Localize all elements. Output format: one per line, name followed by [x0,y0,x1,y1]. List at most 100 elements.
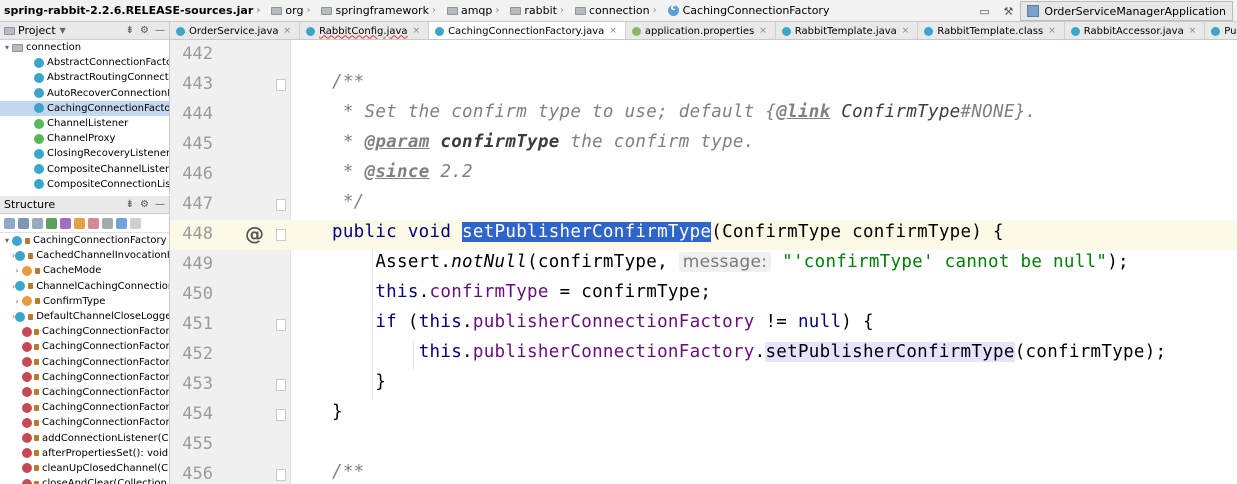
tab-publishercallbackchannelimpl-java[interactable]: PublisherCallbackChannelImpl.java× [1205,22,1237,39]
breadcrumb-springframework[interactable]: springframework › [317,0,442,22]
structure-item[interactable]: closeAndClear(Collection [0,476,169,484]
project-view-selector[interactable]: Project ▼ [4,24,120,37]
code-line[interactable]: 447 */ [170,190,1237,220]
code-line[interactable]: 443 /** [170,70,1237,100]
hide-icon[interactable]: — [155,25,165,36]
structure-item[interactable]: CachingConnectionFactory( [0,324,169,339]
tree-item[interactable]: CompositeConnectionListene [0,177,169,192]
tab-application-properties[interactable]: application.properties × [626,22,776,39]
chevron-down-icon[interactable] [130,217,141,229]
selected-method-name[interactable]: setPublisherConfirmType [462,222,712,242]
sort-alpha-icon[interactable] [18,217,29,229]
structure-item[interactable]: CachingConnectionFactory( [0,370,169,385]
tab-cachingconnectionfactory-java[interactable]: CachingConnectionFactory.java × [429,22,626,39]
show-fields-icon[interactable] [74,217,85,229]
code-line[interactable]: 450 this.confirmType = confirmType; [170,280,1237,310]
structure-item[interactable]: CachingConnectionFactory( [0,355,169,370]
tree-item-selected[interactable]: CachingConnectionFactory [0,100,170,116]
structure-item[interactable]: › CacheMode [0,263,169,278]
close-icon[interactable]: × [759,26,767,36]
structure-item[interactable]: CachingConnectionFactory( [0,385,169,400]
fold-marker-icon[interactable] [276,229,286,241]
expand-icon[interactable] [32,217,43,229]
tab-rabbitaccessor-java[interactable]: RabbitAccessor.java × [1065,22,1206,39]
code-line[interactable]: 456 /** [170,460,1237,484]
tree-item[interactable]: AbstractConnectionFactory [0,55,169,70]
sort-visibility-icon[interactable] [4,217,15,229]
structure-item[interactable]: › CachedChannelInvocationH [0,248,169,263]
structure-toolbar [0,214,169,233]
tree-item[interactable]: AbstractRoutingConnectionFa [0,70,169,85]
tree-item[interactable]: ChannelProxy [0,131,169,146]
breadcrumb-org[interactable]: org › [267,0,317,22]
code-line[interactable]: 453 } [170,370,1237,400]
tab-rabbitconfig-java[interactable]: RabbitConfig.java × [300,22,430,39]
tree-label: CachingConnectionFactory [47,102,170,114]
tree-item[interactable]: AutoRecoverConnectionNotC [0,86,169,101]
tree-item[interactable]: ClosingRecoveryListener [0,146,169,161]
code-line[interactable]: 446 * @since 2.2 [170,160,1237,190]
structure-item[interactable]: afterPropertiesSet(): void [0,446,169,461]
close-icon[interactable]: × [284,26,292,36]
build-hammer-icon[interactable]: ⚒ [1000,3,1016,19]
fold-marker-icon[interactable] [276,319,286,331]
code-line[interactable]: 454 } [170,400,1237,430]
code-line[interactable]: 449 Assert.notNull(confirmType, message:… [170,250,1237,280]
method-usage-highlight[interactable]: setPublisherConfirmType [765,342,1015,362]
breadcrumb-connection[interactable]: connection › [571,0,664,22]
gear-icon[interactable]: ⚙ [140,25,149,36]
structure-item[interactable]: › ConfirmType [0,294,169,309]
code-line[interactable]: 445 * @param confirmType the confirm typ… [170,130,1237,160]
window-icon[interactable]: ▭ [976,3,992,19]
tab-rabbittemplate-class[interactable]: RabbitTemplate.class × [918,22,1065,39]
close-icon[interactable]: × [609,26,617,36]
close-icon[interactable]: × [1048,26,1056,36]
gear-icon[interactable]: ⚙ [140,199,149,210]
override-at-icon[interactable]: @ [245,223,264,245]
tab-orderservice-java[interactable]: OrderService.java × [170,22,301,39]
code-editor[interactable]: 442 443 /** 444 * Set the confirm type t… [170,40,1237,484]
code-line[interactable]: 452 this.publisherConnectionFactory.setP… [170,340,1237,370]
fold-marker-icon[interactable] [276,409,286,421]
structure-item[interactable]: CachingConnectionFactory( [0,400,169,415]
code-line-current[interactable]: 448 @ public void setPublisherConfirmType… [170,220,1237,250]
show-inherited-icon[interactable] [46,217,57,229]
show-properties-icon[interactable] [60,217,71,229]
tree-folder-connection[interactable]: ▾ connection [0,40,169,55]
close-icon[interactable]: × [1189,26,1197,36]
structure-item[interactable]: addConnectionListener(Co [0,430,169,445]
structure-item[interactable]: › DefaultChannelCloseLogge [0,309,169,324]
code-line[interactable]: 451 if (this.publisherConnectionFactory … [170,310,1237,340]
breadcrumb-amqp[interactable]: amqp › [443,0,506,22]
tree-item[interactable]: ChannelListener [0,116,169,131]
structure-item[interactable]: cleanUpClosedChannel(Cha [0,461,169,476]
structure-root[interactable]: ▾ CachingConnectionFactory [0,233,169,248]
class-icon [34,179,44,190]
run-configuration-selector[interactable]: OrderServiceManagerApplication [1020,1,1233,21]
show-anonymous-icon[interactable] [116,217,127,229]
code-line[interactable]: 455 [170,430,1237,460]
structure-item[interactable]: CachingConnectionFactory( [0,339,169,354]
breadcrumb-rabbit[interactable]: rabbit › [506,0,571,22]
tab-rabbittemplate-java[interactable]: RabbitTemplate.java × [776,22,919,39]
fold-marker-icon[interactable] [276,79,286,91]
collapse-icon[interactable]: ⇟ [126,25,134,36]
close-icon[interactable]: × [902,26,910,36]
structure-item[interactable]: › ChannelCachingConnection [0,279,169,294]
code-line[interactable]: 442 [170,40,1237,70]
fold-marker-icon[interactable] [276,379,286,391]
close-icon[interactable]: × [413,26,421,36]
fold-marker-icon[interactable] [276,469,286,481]
breadcrumb-jar[interactable]: spring-rabbit-2.2.6.RELEASE-sources.jar › [0,0,267,22]
breadcrumb-class[interactable]: CachingConnectionFactory [664,0,834,22]
fold-marker-icon[interactable] [276,199,286,211]
collapse-icon[interactable]: ⇟ [126,199,134,210]
show-lambdas-icon[interactable] [102,217,113,229]
chevron-right-icon[interactable]: › [12,266,22,275]
hide-icon[interactable]: — [155,199,165,210]
code-line[interactable]: 444 * Set the confirm type to use; defau… [170,100,1237,130]
chevron-right-icon[interactable]: › [12,297,22,306]
structure-item[interactable]: CachingConnectionFactory( [0,415,169,430]
tree-item[interactable]: CompositeChannelListener [0,162,169,177]
show-nonpublic-icon[interactable] [88,217,99,229]
